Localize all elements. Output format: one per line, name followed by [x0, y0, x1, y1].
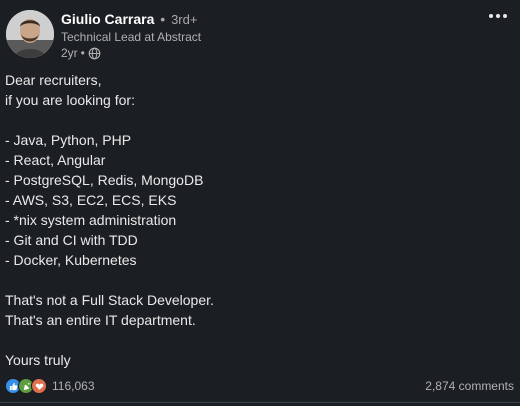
more-icon	[489, 14, 507, 18]
post-line: - Java, Python, PHP	[5, 132, 132, 148]
post-line: Yours truly	[5, 352, 71, 368]
more-options-button[interactable]	[486, 6, 510, 26]
post-time: 2yr	[61, 46, 78, 60]
post-line: - React, Angular	[5, 152, 106, 168]
post-line: if you are looking for:	[5, 92, 135, 108]
post-line: - Docker, Kubernetes	[5, 252, 137, 268]
post-line	[5, 270, 510, 290]
post-line: - Git and CI with TDD	[5, 232, 138, 248]
post-text: Dear recruiters, if you are looking for:…	[5, 70, 510, 370]
love-icon	[31, 378, 47, 394]
post-line: That's an entire IT department.	[5, 312, 196, 328]
post-line: Dear recruiters,	[5, 72, 102, 88]
name-separator: •	[160, 11, 166, 27]
post-meta: 2yr •	[61, 46, 101, 60]
post-line: That's not a Full Stack Developer.	[5, 292, 214, 308]
post-line	[5, 110, 510, 130]
globe-icon	[88, 47, 101, 60]
post-line	[5, 330, 510, 350]
post-line: - AWS, S3, EC2, ECS, EKS	[5, 192, 177, 208]
author-avatar[interactable]	[6, 10, 54, 58]
time-separator: •	[80, 46, 85, 60]
social-counts: 116,063 2,874 comments	[5, 376, 514, 396]
avatar-photo	[6, 10, 54, 58]
reactions-summary[interactable]: 116,063	[5, 378, 95, 394]
comments-count[interactable]: 2,874 comments	[425, 379, 514, 393]
divider	[0, 402, 520, 403]
author-name[interactable]: Giulio Carrara	[61, 11, 154, 27]
post-line: - PostgreSQL, Redis, MongoDB	[5, 172, 204, 188]
post-line: - *nix system administration	[5, 212, 177, 228]
connection-degree: 3rd+	[171, 12, 198, 27]
feed-post: Giulio Carrara • 3rd+ Technical Lead at …	[0, 0, 520, 406]
author-name-line: Giulio Carrara • 3rd+	[61, 11, 197, 28]
reaction-icons	[5, 378, 47, 394]
author-headline: Technical Lead at Abstract	[61, 30, 202, 44]
reaction-count: 116,063	[52, 379, 95, 393]
